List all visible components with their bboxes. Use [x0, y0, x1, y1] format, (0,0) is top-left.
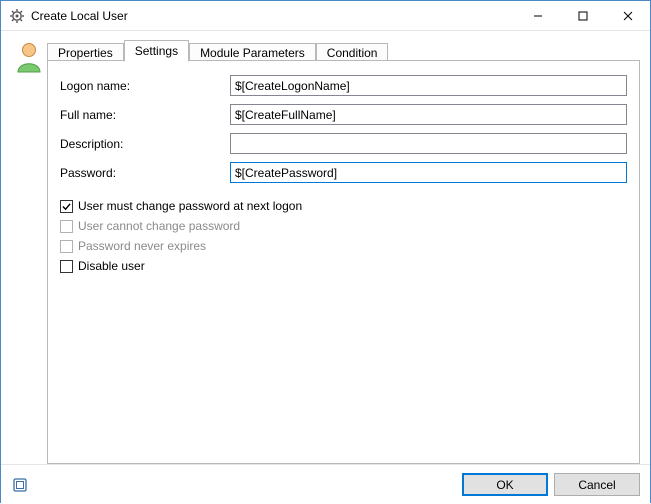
titlebar: Create Local User [1, 1, 650, 31]
maximize-button[interactable] [560, 1, 605, 30]
tab-settings[interactable]: Settings [124, 40, 189, 62]
label-full-name: Full name: [60, 108, 230, 122]
input-logon-name[interactable] [230, 75, 627, 96]
row-description: Description: [60, 133, 627, 154]
check-must-change[interactable]: User must change password at next logon [60, 199, 627, 213]
main-column: Properties Settings Module Parameters Co… [47, 39, 640, 464]
checkbox-cannot-change [60, 220, 73, 233]
gear-icon [9, 8, 25, 24]
minimize-button[interactable] [515, 1, 560, 30]
label-disable-user: Disable user [78, 259, 145, 273]
help-icon[interactable] [11, 476, 29, 494]
label-cannot-change: User cannot change password [78, 219, 240, 233]
close-button[interactable] [605, 1, 650, 30]
client-area: Properties Settings Module Parameters Co… [1, 31, 650, 464]
tab-strip: Properties Settings Module Parameters Co… [47, 39, 640, 61]
cancel-button[interactable]: Cancel [554, 473, 640, 496]
input-description[interactable] [230, 133, 627, 154]
input-password[interactable] [230, 162, 627, 183]
label-never-expires: Password never expires [78, 239, 206, 253]
user-icon [15, 41, 43, 76]
row-password: Password: [60, 162, 627, 183]
checkbox-must-change[interactable] [60, 200, 73, 213]
check-cannot-change: User cannot change password [60, 219, 627, 233]
check-disable-user[interactable]: Disable user [60, 259, 627, 273]
label-description: Description: [60, 137, 230, 151]
check-never-expires: Password never expires [60, 239, 627, 253]
checkbox-disable-user[interactable] [60, 260, 73, 273]
row-logon-name: Logon name: [60, 75, 627, 96]
ok-button[interactable]: OK [462, 473, 548, 496]
left-icon-column [11, 39, 47, 464]
label-logon-name: Logon name: [60, 79, 230, 93]
row-full-name: Full name: [60, 104, 627, 125]
input-full-name[interactable] [230, 104, 627, 125]
label-must-change: User must change password at next logon [78, 199, 302, 213]
tab-strip-filler [388, 39, 640, 61]
label-password: Password: [60, 166, 230, 180]
checkbox-never-expires [60, 240, 73, 253]
tab-page-settings: Logon name: Full name: Description: Pass… [47, 60, 640, 464]
footer: OK Cancel [1, 464, 650, 504]
window-title: Create Local User [31, 9, 128, 23]
